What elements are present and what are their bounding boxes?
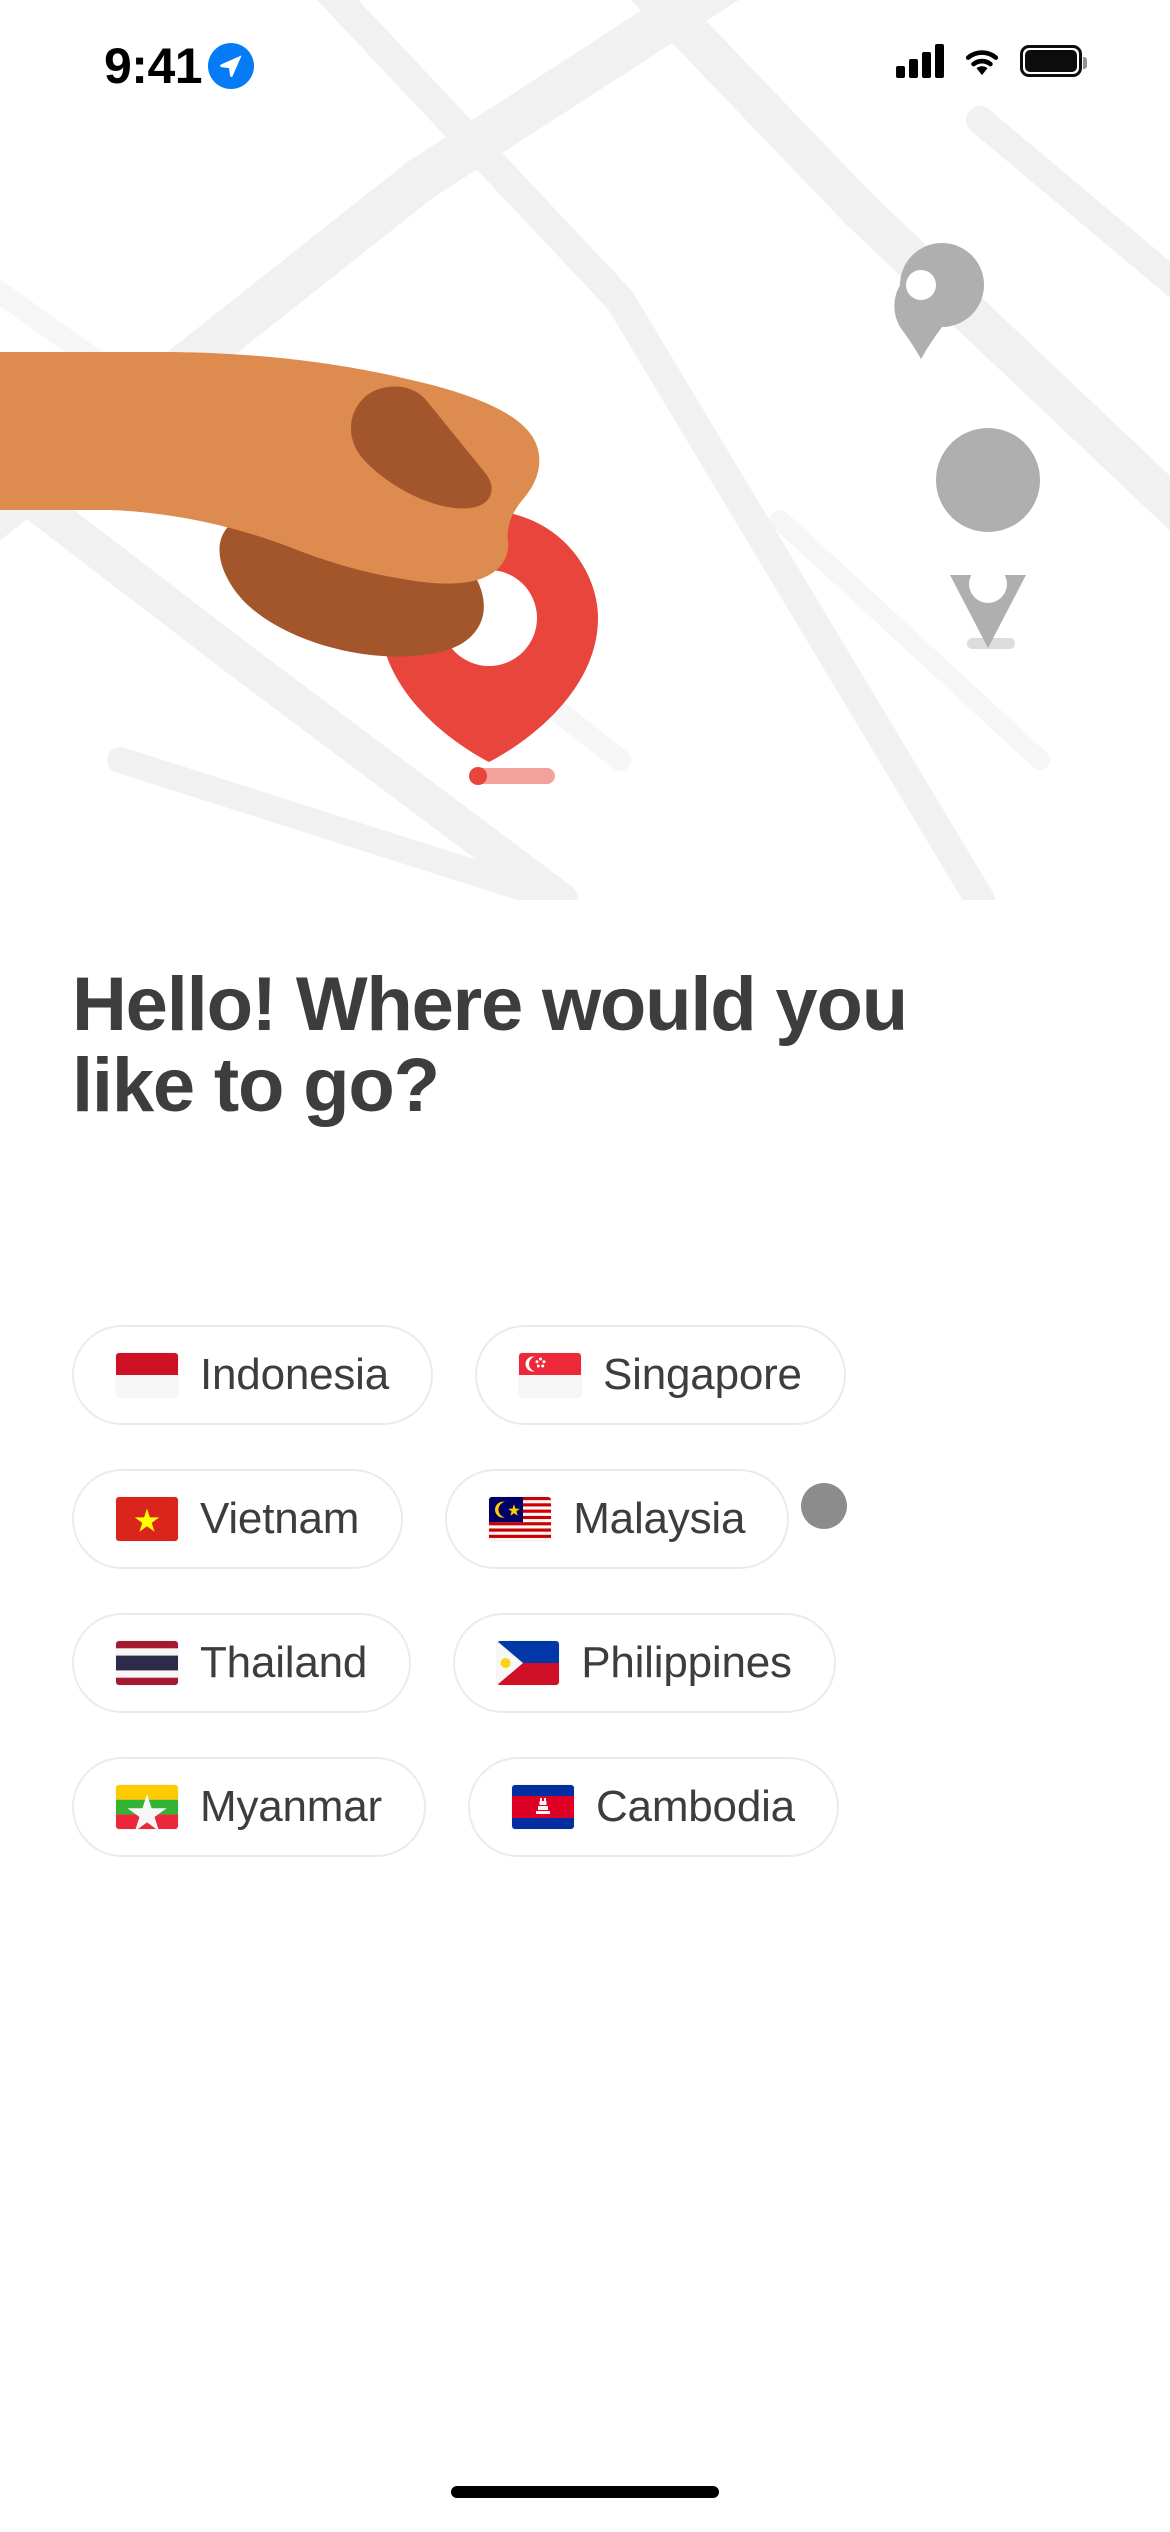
flag-singapore-icon xyxy=(519,1353,582,1397)
flag-indonesia-icon xyxy=(116,1353,178,1397)
home-indicator[interactable] xyxy=(451,2486,719,2498)
country-chip-label: Cambodia xyxy=(595,1782,795,1831)
country-chip-label: Thailand xyxy=(200,1638,368,1687)
status-bar: 9:41 xyxy=(0,0,1170,140)
pin-ground-shadow xyxy=(469,767,555,785)
country-chip-singapore[interactable]: Singapore xyxy=(475,1325,846,1425)
country-chip-label: Philippines xyxy=(581,1638,792,1687)
country-chip-grid: Indonesia Singapore Vietnam Malaysia Tha… xyxy=(0,1325,1170,1901)
country-row: Myanmar Cambodia xyxy=(0,1757,1170,1879)
battery-full-icon xyxy=(1020,45,1087,77)
country-chip-vietnam[interactable]: Vietnam xyxy=(72,1469,404,1569)
country-row: Thailand Philippines xyxy=(0,1613,1170,1735)
wifi-icon xyxy=(965,50,999,76)
country-row: Vietnam Malaysia xyxy=(0,1469,1170,1591)
flag-vietnam-icon xyxy=(116,1497,178,1541)
flag-thailand-icon xyxy=(116,1641,178,1685)
app-screen: 9:41 Hello! Where would you like to go? xyxy=(0,0,1170,2532)
country-chip-label: Malaysia xyxy=(573,1494,746,1543)
touch-cursor-dot xyxy=(801,1483,847,1529)
status-time: 9:41 xyxy=(104,38,203,94)
flag-malaysia-icon xyxy=(489,1497,552,1541)
country-chip-label: Myanmar xyxy=(200,1782,382,1831)
country-row: Indonesia Singapore xyxy=(0,1325,1170,1447)
location-arrow-icon xyxy=(208,43,255,89)
country-chip-malaysia[interactable]: Malaysia xyxy=(445,1469,790,1569)
country-chip-cambodia[interactable]: Cambodia xyxy=(467,1757,839,1857)
flag-cambodia-icon xyxy=(511,1785,574,1829)
country-chip-label: Singapore xyxy=(603,1350,802,1399)
page-title: Hello! Where would you like to go? xyxy=(72,962,908,1128)
country-chip-label: Vietnam xyxy=(200,1494,360,1543)
cellular-signal-icon xyxy=(896,44,944,78)
country-chip-myanmar[interactable]: Myanmar xyxy=(72,1757,426,1857)
status-right-group xyxy=(896,44,1087,78)
flag-philippines-icon xyxy=(497,1641,560,1685)
country-chip-indonesia[interactable]: Indonesia xyxy=(72,1325,434,1425)
country-chip-label: Indonesia xyxy=(200,1350,390,1399)
status-left-group: 9:41 xyxy=(104,38,255,94)
country-chip-thailand[interactable]: Thailand xyxy=(72,1613,412,1713)
country-chip-philippines[interactable]: Philippines xyxy=(453,1613,836,1713)
flag-myanmar-icon xyxy=(116,1785,178,1829)
